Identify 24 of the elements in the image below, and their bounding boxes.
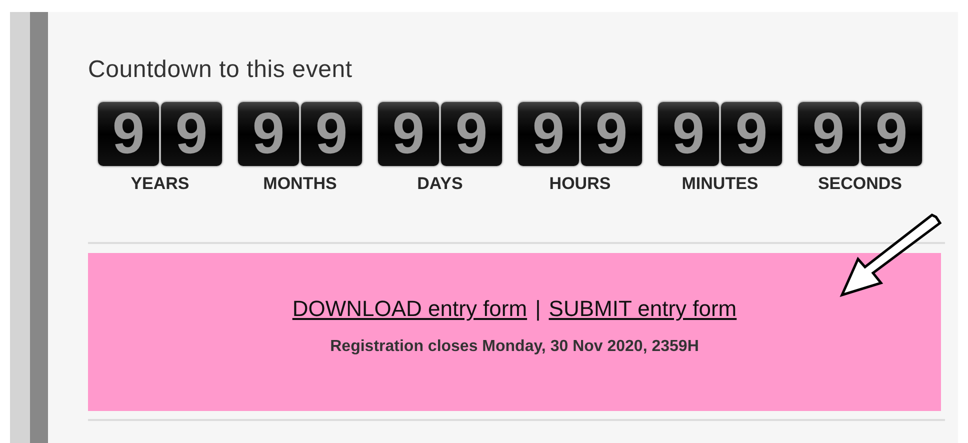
entry-form-link[interactable]: SUBMIT entry form [548,296,737,322]
unit-label: DAYS [417,174,463,194]
unit-label: MINUTES [682,174,758,194]
entry-form-link[interactable]: DOWNLOAD entry form [292,296,528,322]
flip-digit: 9 [581,102,642,166]
separator: | [535,296,541,322]
unit-label: HOURS [549,174,611,194]
unit-label: SECONDS [818,174,902,194]
flip-digit: 9 [301,102,362,166]
unit-label: YEARS [130,174,190,194]
flip-digit: 9 [798,102,859,166]
unit-label: MONTHS [263,174,337,194]
registration-note: Registration closes Monday, 30 Nov 2020, 2359H [330,338,699,356]
flip-digit: 9 [161,102,222,166]
flip-digit: 9 [861,102,922,166]
flip-digit: 9 [658,102,719,166]
flip-digit: 9 [518,102,579,166]
countdown-title: Countdown to this event [88,56,354,84]
flip-digit: 9 [378,102,439,166]
flip-digit: 9 [441,102,502,166]
flip-digit: 9 [238,102,299,166]
flip-digit: 9 [721,102,782,166]
arrow-icon [838,213,942,299]
flip-digit: 9 [98,102,159,166]
